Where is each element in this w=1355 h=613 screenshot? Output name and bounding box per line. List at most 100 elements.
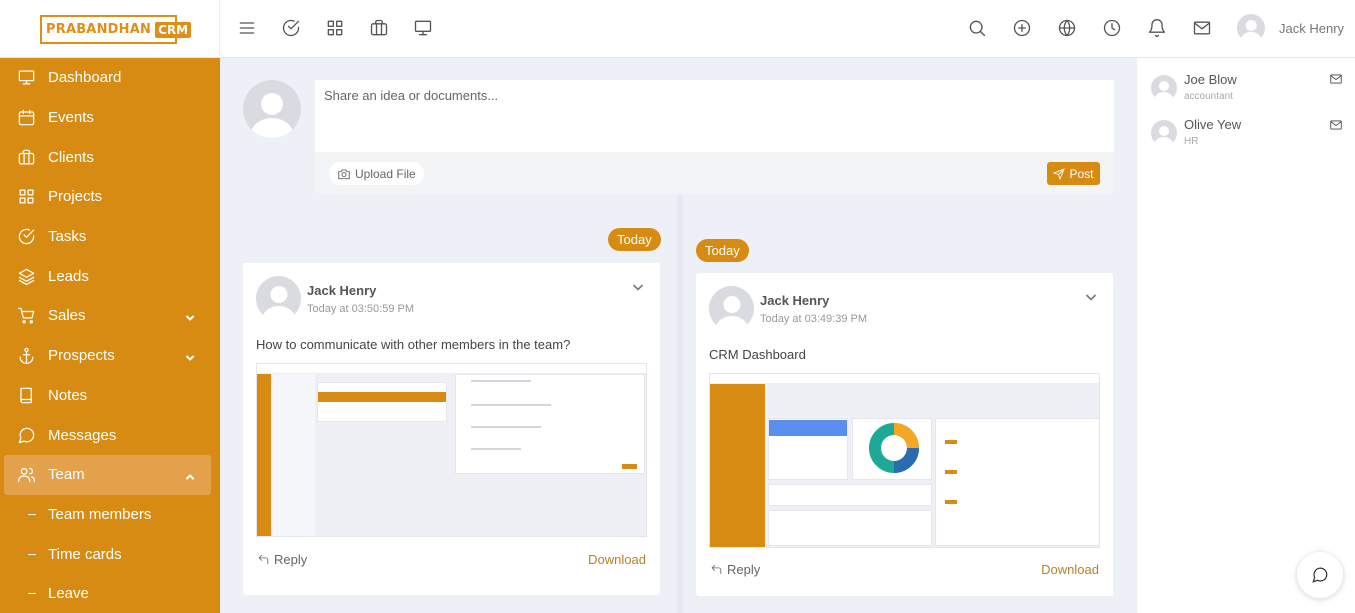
send-icon (1053, 167, 1066, 180)
sidebar-item-label: Projects (48, 188, 103, 206)
brand-name: PRABANDHAN (46, 22, 152, 37)
anchor-icon (19, 347, 34, 365)
post-attachment-image[interactable] (256, 363, 647, 537)
post-composer: Upload File Post (315, 80, 1114, 193)
grid-icon[interactable] (324, 17, 346, 39)
post-attachment-image[interactable] (709, 373, 1100, 548)
sidebar-item-label: Dashboard (48, 69, 122, 87)
mail-icon[interactable] (1191, 17, 1213, 39)
sidebar-item-leads[interactable]: Leads (0, 256, 220, 296)
team-member[interactable]: Joe Blow accountant (1151, 72, 1237, 102)
top-bar: PRABANDHAN CRM Jack Henry (0, 0, 1355, 58)
chevron-down-icon[interactable] (185, 310, 195, 321)
bell-icon[interactable] (1146, 17, 1168, 39)
user-name: Jack Henry (1279, 20, 1345, 36)
reply-button[interactable]: Reply (257, 552, 307, 567)
sidebar-item-label: Clients (48, 148, 94, 166)
post-author[interactable]: Jack Henry (307, 283, 376, 298)
menu-icon[interactable] (236, 17, 258, 39)
team-members-panel: Joe Blow accountant Olive Yew HR (1136, 58, 1355, 613)
chat-button[interactable] (1297, 552, 1343, 598)
sidebar: Dashboard Events Clients Projects Tasks … (0, 58, 220, 613)
reply-icon (258, 554, 269, 564)
member-role: HR (1184, 136, 1199, 147)
sidebar-item-events[interactable]: Events (0, 98, 220, 138)
sidebar-subitem-team-members[interactable]: Team members (0, 495, 220, 535)
avatar (1151, 75, 1177, 101)
download-link[interactable]: Download (588, 552, 646, 567)
post-message: How to communicate with other members in… (256, 337, 571, 352)
upload-file-label: Upload File (355, 166, 416, 181)
briefcase-icon[interactable] (368, 17, 390, 39)
sidebar-item-label: Notes (48, 386, 88, 404)
member-role: accountant (1184, 91, 1233, 102)
chevron-down-icon[interactable] (1085, 290, 1097, 302)
layers-icon (18, 268, 35, 285)
sidebar-item-label: Prospects (48, 347, 115, 365)
download-link[interactable]: Download (1041, 562, 1099, 577)
dash-icon (28, 513, 36, 515)
grid-icon (19, 189, 34, 204)
calendar-icon (18, 109, 35, 126)
timeline-divider (677, 195, 683, 613)
clock-icon[interactable] (1101, 17, 1123, 39)
chevron-down-icon[interactable] (632, 280, 644, 292)
camera-icon (338, 168, 350, 179)
sidebar-item-dashboard[interactable]: Dashboard (0, 58, 220, 98)
check-circle-icon[interactable] (280, 17, 302, 39)
reply-label: Reply (727, 562, 761, 577)
post-author[interactable]: Jack Henry (760, 293, 829, 308)
sidebar-item-prospects[interactable]: Prospects (0, 336, 220, 376)
sidebar-subitem-time-cards[interactable]: Time cards (0, 534, 220, 574)
cart-icon (17, 308, 35, 324)
post-message: CRM Dashboard (709, 347, 806, 362)
sidebar-subitem-label: Time cards (48, 545, 122, 563)
monitor-icon[interactable] (412, 17, 434, 39)
search-icon[interactable] (966, 17, 988, 39)
sidebar-item-projects[interactable]: Projects (0, 177, 220, 217)
logo-area: PRABANDHAN CRM (0, 0, 220, 58)
avatar (709, 286, 754, 331)
donut-chart-thumbnail (869, 423, 919, 473)
mail-icon[interactable] (1329, 118, 1345, 132)
team-member[interactable]: Olive Yew HR (1151, 117, 1241, 147)
timeline-post: Jack Henry Today at 03:49:39 PM CRM Dash… (696, 273, 1113, 596)
user-menu[interactable]: Jack Henry (1237, 14, 1344, 42)
sidebar-item-label: Events (48, 109, 94, 127)
sidebar-item-team[interactable]: Team (4, 454, 211, 495)
sidebar-subitem-leave[interactable]: Leave (0, 574, 220, 613)
sidebar-item-label: Sales (48, 307, 86, 325)
avatar (1151, 120, 1177, 146)
book-icon (20, 387, 32, 404)
sidebar-item-sales[interactable]: Sales (0, 296, 220, 336)
reply-icon (711, 564, 722, 574)
sidebar-item-messages[interactable]: Messages (0, 415, 220, 455)
reply-label: Reply (274, 552, 308, 567)
member-name: Olive Yew (1184, 117, 1242, 132)
post-time: Today at 03:49:39 PM (760, 313, 868, 325)
message-circle-icon (18, 427, 35, 443)
plus-circle-icon[interactable] (1011, 17, 1033, 39)
chevron-down-icon[interactable] (185, 350, 195, 361)
post-button[interactable]: Post (1047, 162, 1100, 185)
sidebar-item-tasks[interactable]: Tasks (0, 217, 220, 257)
sidebar-item-notes[interactable]: Notes (0, 376, 220, 416)
mail-icon[interactable] (1329, 72, 1345, 86)
dash-icon (28, 593, 36, 595)
top-right-icons (966, 17, 1213, 39)
globe-icon[interactable] (1056, 17, 1078, 39)
avatar (1237, 14, 1265, 42)
avatar (256, 276, 301, 321)
reply-button[interactable]: Reply (710, 562, 760, 577)
brand-logo[interactable]: PRABANDHAN CRM (40, 15, 192, 44)
sidebar-item-label: Messages (48, 426, 117, 444)
post-input[interactable] (315, 80, 1114, 152)
post-label: Post (1069, 166, 1094, 181)
sidebar-item-label: Team (48, 466, 85, 484)
sidebar-item-clients[interactable]: Clients (0, 137, 220, 177)
top-left-icons (236, 17, 434, 39)
upload-file-button[interactable]: Upload File (329, 162, 424, 185)
chevron-up-icon[interactable] (185, 469, 195, 480)
member-name: Joe Blow (1184, 72, 1237, 87)
dash-icon (28, 553, 36, 555)
